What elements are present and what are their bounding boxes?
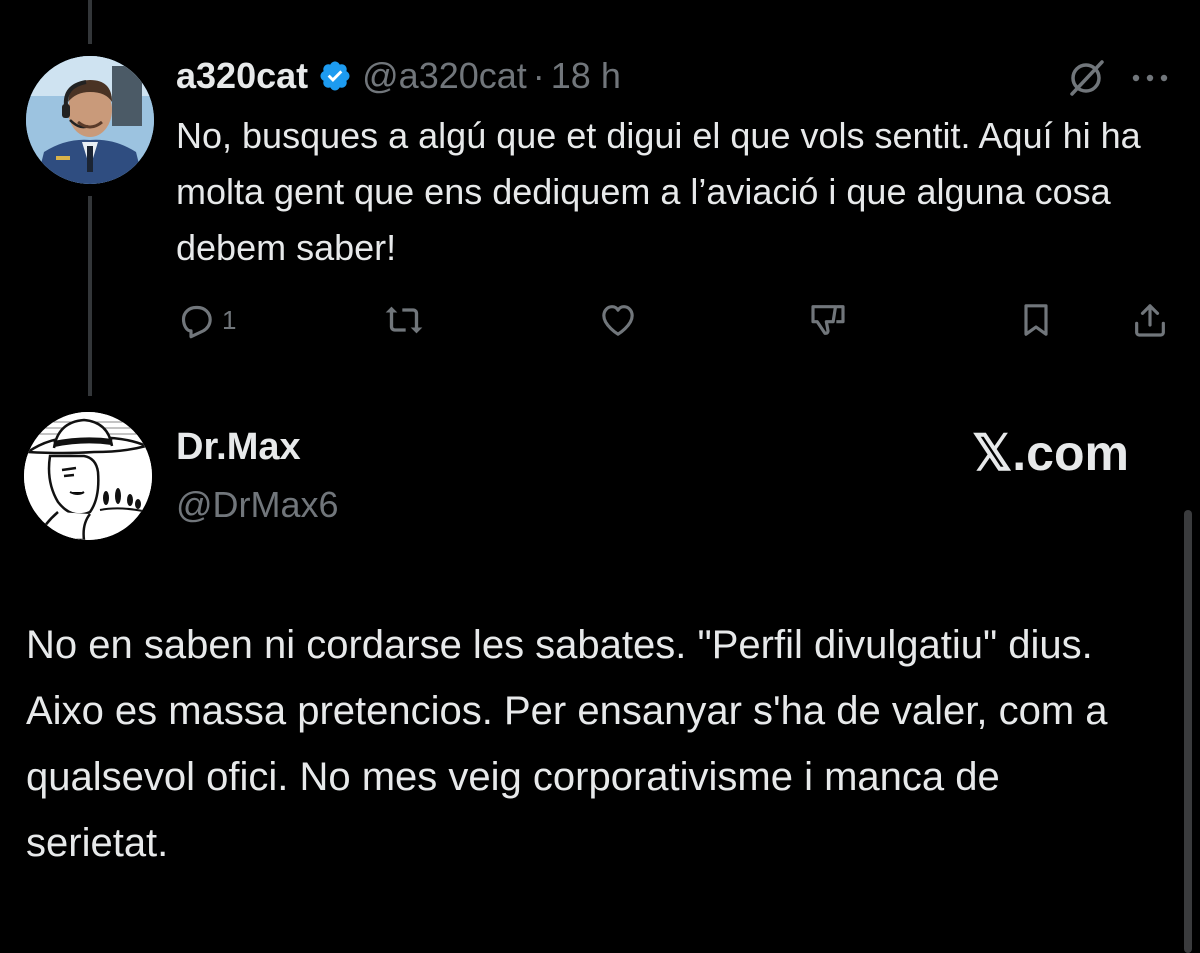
quoted-display-name[interactable]: Dr.Max <box>176 426 301 469</box>
reply-header: a320cat @a320cat · 18 h <box>176 52 621 100</box>
separator-dot: · <box>532 55 545 96</box>
like-button[interactable] <box>598 296 638 344</box>
share-button[interactable] <box>1130 296 1170 344</box>
retweet-button[interactable] <box>384 296 424 344</box>
dislike-button[interactable] <box>808 296 848 344</box>
reply-button[interactable]: 1 <box>176 296 236 344</box>
more-options-icon[interactable] <box>1130 68 1170 88</box>
reply-timestamp[interactable]: 18 h <box>551 55 621 97</box>
pilot-photo-icon <box>26 56 154 184</box>
grok-icon[interactable] <box>1066 58 1106 98</box>
scrollbar[interactable] <box>1184 510 1192 953</box>
bookmark-button[interactable] <box>1016 296 1056 344</box>
comic-cowboy-icon <box>24 412 152 540</box>
reply-display-name[interactable]: a320cat <box>176 55 308 97</box>
tweet-action-bar: 1 <box>176 296 1170 344</box>
x-com-watermark: 𝕏.com <box>972 425 1129 481</box>
retweet-icon <box>385 306 423 334</box>
share-icon <box>1135 304 1165 337</box>
reply-icon <box>181 305 212 339</box>
thread-line-top <box>88 0 92 44</box>
screenshot-page: a320cat @a320cat · 18 h No, busques a al… <box>0 0 1200 953</box>
reply-avatar[interactable] <box>26 56 154 184</box>
reply-handle[interactable]: @a320cat <box>362 55 527 97</box>
dislike-icon <box>811 305 845 335</box>
reply-text: No, busques a algú que et digui el que v… <box>176 115 1141 268</box>
bookmark-icon <box>1024 304 1048 336</box>
like-icon <box>602 305 634 336</box>
verified-badge-icon <box>318 59 352 93</box>
thread-line-middle <box>88 196 92 396</box>
reply-count: 1 <box>222 304 237 335</box>
quoted-text: No en saben ni cordarse les sabates. "Pe… <box>26 623 1108 865</box>
quoted-avatar[interactable] <box>24 412 152 540</box>
quoted-handle[interactable]: @DrMax6 <box>176 484 339 526</box>
